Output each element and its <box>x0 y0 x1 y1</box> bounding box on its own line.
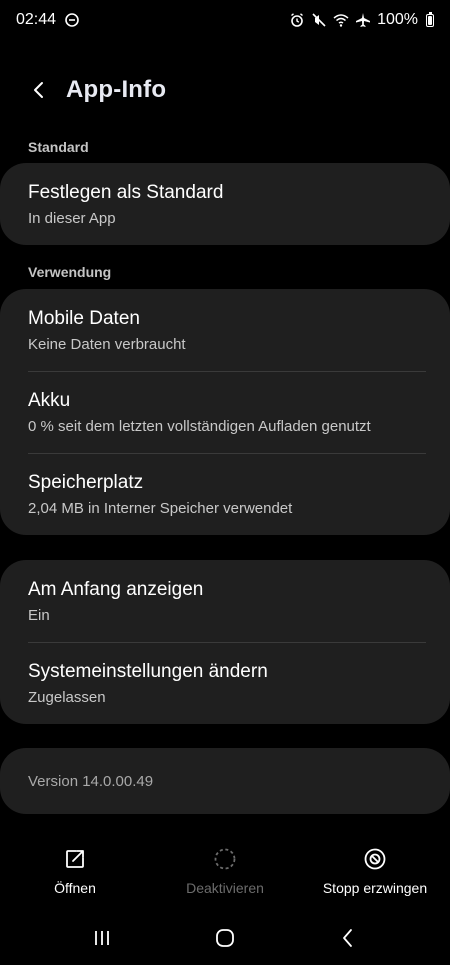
force-stop-icon <box>362 846 388 872</box>
dnd-icon <box>64 12 80 28</box>
open-external-icon <box>62 846 88 872</box>
row-subtitle: Zugelassen <box>28 688 106 706</box>
row-subtitle: In dieser App <box>28 209 116 227</box>
list-item-set-as-default[interactable]: Festlegen als Standard In dieser App <box>0 163 450 245</box>
status-time: 02:44 <box>16 11 57 28</box>
open-button[interactable]: Öffnen <box>0 838 150 908</box>
battery-icon <box>426 11 434 27</box>
home-icon <box>216 929 234 947</box>
card-version: Version 14.0.00.49 <box>0 748 450 814</box>
mute-icon <box>311 12 327 28</box>
back-button[interactable] <box>24 75 54 105</box>
row-title: Am Anfang anzeigen <box>28 578 204 600</box>
section-label-usage: Verwendung <box>28 264 112 280</box>
wifi-icon <box>333 12 349 28</box>
row-title: Systemeinstellungen ändern <box>28 660 268 682</box>
list-item-battery[interactable]: Akku 0 % seit dem letzten vollständigen … <box>0 371 450 453</box>
recents-icon <box>94 931 109 945</box>
list-item-modify-system-settings[interactable]: Systemeinstellungen ändern Zugelassen <box>0 642 450 724</box>
status-bar: 02:44 100% <box>0 0 450 40</box>
nav-back-button[interactable] <box>328 918 368 958</box>
app-bar: App-Info <box>0 68 450 112</box>
row-subtitle: Ein <box>28 606 50 624</box>
card-usage: Mobile Daten Keine Daten verbraucht Akku… <box>0 289 450 535</box>
row-subtitle: Keine Daten verbraucht <box>28 335 186 353</box>
battery-percent: 100% <box>377 11 418 28</box>
alarm-icon <box>289 12 305 28</box>
chevron-left-icon <box>343 929 353 947</box>
row-title: Akku <box>28 389 71 411</box>
section-label-standard: Standard <box>28 139 89 155</box>
row-title: Speicherplatz <box>28 471 144 493</box>
page-title: App-Info <box>66 76 167 103</box>
version-text: Version 14.0.00.49 <box>28 772 154 790</box>
list-item-storage[interactable]: Speicherplatz 2,04 MB in Interner Speich… <box>0 453 450 535</box>
row-subtitle: 2,04 MB in Interner Speicher verwendet <box>28 499 293 517</box>
force-stop-button[interactable]: Stopp erzwingen <box>300 838 450 908</box>
list-item-mobile-data[interactable]: Mobile Daten Keine Daten verbraucht <box>0 289 450 371</box>
deactivate-icon <box>212 846 238 872</box>
deactivate-label: Deaktivieren <box>186 880 264 896</box>
system-nav-bar <box>0 918 450 958</box>
bottom-action-bar: Öffnen Deaktivieren Stopp erzwingen <box>0 838 450 908</box>
open-label: Öffnen <box>54 880 96 896</box>
status-left: 02:44 <box>16 11 80 29</box>
force-stop-label: Stopp erzwingen <box>322 880 428 896</box>
card-default: Festlegen als Standard In dieser App <box>0 163 450 245</box>
home-button[interactable] <box>205 918 245 958</box>
card-more: Am Anfang anzeigen Ein Systemeinstellung… <box>0 560 450 724</box>
recents-button[interactable] <box>82 918 122 958</box>
status-right: 100% <box>289 11 434 29</box>
row-title: Festlegen als Standard <box>28 181 224 203</box>
row-subtitle: 0 % seit dem letzten vollständigen Aufla… <box>28 417 371 435</box>
list-item-show-on-top[interactable]: Am Anfang anzeigen Ein <box>0 560 450 642</box>
deactivate-button[interactable]: Deaktivieren <box>150 838 300 908</box>
row-title: Mobile Daten <box>28 307 140 329</box>
chevron-left-icon <box>34 82 43 98</box>
airplane-icon <box>355 12 371 28</box>
